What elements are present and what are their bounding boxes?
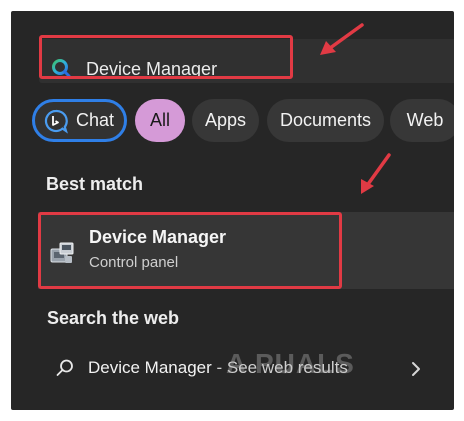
appuals-watermark: A PUALS	[226, 348, 355, 379]
filter-chat-label: Chat	[76, 110, 115, 130]
filter-apps-label: Apps	[204, 110, 247, 130]
filter-documents-label: Documents	[279, 110, 372, 130]
bing-chat-icon	[44, 109, 68, 134]
best-match-heading: Best match	[46, 174, 144, 194]
filter-all-button[interactable]: All	[135, 99, 185, 142]
start-search-panel: Device Manager Chat All Apps Documents W…	[11, 11, 454, 410]
filter-all-label: All	[149, 110, 170, 130]
chevron-right-icon[interactable]	[409, 360, 423, 378]
search-icon	[56, 359, 73, 376]
best-match-highlight-box	[38, 212, 342, 289]
search-web-heading: Search the web	[47, 308, 180, 328]
filter-web-button[interactable]: Web	[390, 99, 454, 142]
filter-apps-button[interactable]: Apps	[192, 99, 259, 142]
filter-documents-button[interactable]: Documents	[267, 99, 384, 142]
web-result-query: Device Manager	[88, 358, 212, 377]
red-arrow-icon	[320, 23, 364, 55]
red-arrow-icon	[361, 153, 391, 194]
search-highlight-box	[39, 35, 293, 79]
filter-chat-button[interactable]: Chat	[32, 99, 127, 142]
filter-web-label: Web	[406, 110, 444, 130]
